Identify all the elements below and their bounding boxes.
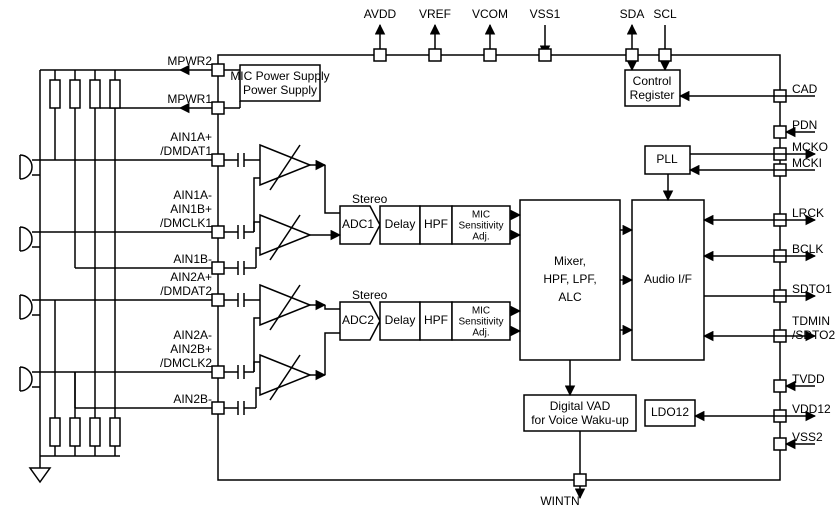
svg-text:AIN2A+: AIN2A+ <box>170 270 212 284</box>
svg-text:/DMCLK2: /DMCLK2 <box>160 356 212 370</box>
pin-avdd: AVDD <box>364 7 397 61</box>
svg-text:SCL: SCL <box>653 7 677 21</box>
svg-text:VSS2: VSS2 <box>792 430 823 444</box>
svg-text:AIN1A-: AIN1A- <box>173 188 212 202</box>
svg-text:MIC: MIC <box>472 306 490 317</box>
svg-text:AIN1B+: AIN1B+ <box>170 202 212 216</box>
svg-text:/DMDAT1: /DMDAT1 <box>160 144 212 158</box>
svg-text:Digital VAD: Digital VAD <box>550 399 611 413</box>
svg-text:VDD12: VDD12 <box>792 402 831 416</box>
svg-text:CAD: CAD <box>792 82 818 96</box>
svg-text:Adj.: Adj. <box>472 232 489 243</box>
pin-vss1: VSS1 <box>530 7 561 61</box>
svg-text:Sensitivity: Sensitivity <box>458 317 503 328</box>
svg-text:Stereo: Stereo <box>352 288 388 302</box>
svg-text:Audio I/F: Audio I/F <box>644 272 692 286</box>
svg-text:TDMIN: TDMIN <box>792 314 830 328</box>
svg-text:AIN2A-: AIN2A- <box>173 328 212 342</box>
pin-vcom: VCOM <box>472 7 508 61</box>
svg-text:Delay: Delay <box>385 313 416 327</box>
svg-text:Delay: Delay <box>385 217 416 231</box>
block-control-register: Control Register <box>625 70 680 106</box>
svg-text:MCKI: MCKI <box>792 156 822 170</box>
svg-text:AIN2B-: AIN2B- <box>173 392 212 406</box>
svg-text:VCOM: VCOM <box>472 7 508 21</box>
svg-text:TVDD: TVDD <box>792 372 825 386</box>
svg-text:HPF: HPF <box>424 217 448 231</box>
svg-text:LRCK: LRCK <box>792 206 824 220</box>
block-mic-power-supply: MIC Power Supply Power Supply <box>230 65 329 101</box>
svg-text:PDN: PDN <box>792 118 817 132</box>
block-audio-if: Audio I/F <box>632 200 704 360</box>
svg-text:WINTN: WINTN <box>540 494 579 508</box>
svg-text:Stereo: Stereo <box>352 192 388 206</box>
svg-text:AIN2B+: AIN2B+ <box>170 342 212 356</box>
svg-text:Control: Control <box>633 74 672 88</box>
svg-text:BCLK: BCLK <box>792 242 823 256</box>
svg-text:AVDD: AVDD <box>364 7 397 21</box>
pin-vref: VREF <box>419 7 451 61</box>
svg-text:VREF: VREF <box>419 7 451 21</box>
svg-text:Sensitivity: Sensitivity <box>458 221 503 232</box>
svg-text:SDA: SDA <box>620 7 645 21</box>
pin-tvdd: TVDD <box>774 372 825 392</box>
svg-text:ALC: ALC <box>558 290 582 304</box>
svg-text:/DMDAT2: /DMDAT2 <box>160 284 212 298</box>
svg-text:ADC1: ADC1 <box>342 217 374 231</box>
svg-text:Adj.: Adj. <box>472 328 489 339</box>
svg-text:MIC: MIC <box>472 210 490 221</box>
svg-text:/SDTO2: /SDTO2 <box>792 328 835 342</box>
svg-text:SDTO1: SDTO1 <box>792 282 832 296</box>
svg-text:for Voice Waku-up: for Voice Waku-up <box>531 413 629 427</box>
block-pll: PLL <box>645 146 690 174</box>
svg-text:MPWR1: MPWR1 <box>167 92 212 106</box>
svg-text:MCKO: MCKO <box>792 140 828 154</box>
block-mixer: Mixer, HPF, LPF, ALC <box>520 200 620 360</box>
svg-text:Power Supply: Power Supply <box>243 83 317 97</box>
svg-text:HPF: HPF <box>424 313 448 327</box>
block-ldo12: LDO12 <box>645 400 695 426</box>
pin-vss2: VSS2 <box>774 430 823 450</box>
svg-text:Mixer,: Mixer, <box>554 254 586 268</box>
svg-text:VSS1: VSS1 <box>530 7 561 21</box>
svg-text:HPF, LPF,: HPF, LPF, <box>543 272 596 286</box>
svg-text:MPWR2: MPWR2 <box>167 54 212 68</box>
svg-text:PLL: PLL <box>656 152 678 166</box>
svg-text:AIN1B-: AIN1B- <box>173 252 212 266</box>
svg-text:MIC Power Supply: MIC Power Supply <box>230 69 329 83</box>
svg-text:ADC2: ADC2 <box>342 313 374 327</box>
svg-text:AIN1A+: AIN1A+ <box>170 130 212 144</box>
svg-text:/DMCLK1: /DMCLK1 <box>160 216 212 230</box>
svg-text:LDO12: LDO12 <box>651 405 689 419</box>
svg-text:Register: Register <box>630 88 675 102</box>
